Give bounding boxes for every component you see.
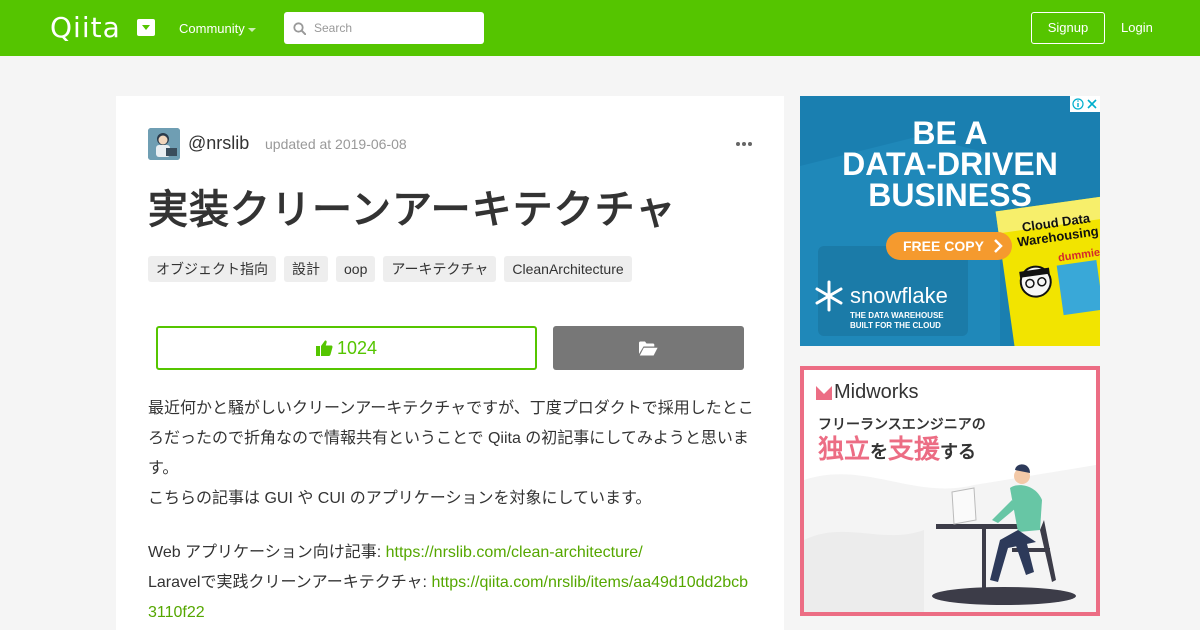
ad-banner-snowflake[interactable]: BE A DATA-DRIVEN BUSINESS FREE COPY Clou… [800, 96, 1100, 346]
ad-copy-word: 独立 [818, 434, 871, 464]
signup-button[interactable]: Signup [1031, 12, 1105, 44]
ad-headline: BE A DATA-DRIVEN BUSINESS [800, 115, 1100, 213]
folder-open-icon [639, 341, 658, 355]
reference-link[interactable]: https://nrslib.com/clean-architecture/ [386, 544, 643, 561]
ad-banner-midworks[interactable]: Midworks フリーランスエンジニアの 独立を支援する [800, 366, 1100, 616]
chevron-down-icon[interactable] [248, 28, 256, 32]
tag-list: オブジェクト指向 設計 oop アーキテクチャ CleanArchitectur… [148, 256, 632, 282]
like-count: 1024 [336, 337, 378, 358]
snowflake-brand: snowflake [850, 283, 948, 308]
body-paragraph: 最近何かと騒がしいクリーンアーキテクチャですが、丁度プロダクトで採用したところだ… [148, 400, 754, 477]
stock-button[interactable] [553, 326, 744, 370]
tag-oop-ja[interactable]: オブジェクト指向 [148, 256, 276, 282]
midworks-brand: Midworks [834, 381, 919, 403]
tag-cleanarchitecture[interactable]: CleanArchitecture [504, 256, 632, 282]
more-options-icon[interactable] [736, 142, 752, 147]
qiita-logo[interactable]: Qiita [50, 13, 121, 43]
logo-dropdown-icon[interactable] [137, 19, 155, 36]
search-icon [293, 22, 306, 35]
login-link[interactable]: Login [1121, 20, 1153, 36]
ad-headline-line: BE A [912, 115, 988, 151]
article-body: 最近何かと騒がしいクリーンアーキテクチャですが、丁度プロダクトで採用したところだ… [148, 394, 756, 628]
global-header: Qiita Community Signup Login [0, 0, 1200, 56]
thumbs-up-icon [315, 340, 333, 356]
ad-main-copy: 独立を支援する [818, 432, 976, 471]
ad-copy-particle: を [870, 442, 889, 462]
ad-tagline: THE DATA WAREHOUSE BUILT FOR THE CLOUD [850, 311, 944, 331]
ad-headline-line: DATA-DRIVEN [842, 146, 1058, 182]
tag-design[interactable]: 設計 [284, 256, 328, 282]
reference-label: Laravelで実践クリーンアーキテクチャ: [148, 574, 432, 591]
ad-tagline-line: BUILT FOR THE CLOUD [850, 321, 941, 330]
body-paragraph: こちらの記事は GUI や CUI のアプリケーションを対象にしています。 [148, 490, 652, 507]
ad-copy-particle: する [940, 442, 977, 462]
search-input[interactable] [314, 12, 479, 44]
updated-date: updated at 2019-06-08 [265, 136, 407, 152]
ad-headline-line: BUSINESS [868, 177, 1032, 213]
tag-architecture[interactable]: アーキテクチャ [383, 256, 497, 282]
article-title: 実装クリーンアーキテクチャ [148, 188, 677, 232]
author-name[interactable]: @nrslib [188, 132, 249, 154]
ad-copy-word: 支援 [888, 434, 941, 464]
like-button[interactable]: 1024 [156, 326, 537, 370]
reference-label: Web アプリケーション向け記事: [148, 544, 386, 561]
avatar[interactable] [148, 128, 180, 160]
reference-line: Web アプリケーション向け記事: https://nrslib.com/cle… [148, 538, 756, 568]
ad-cta[interactable]: FREE COPY [903, 238, 984, 254]
ad-tagline-line: THE DATA WAREHOUSE [850, 311, 944, 320]
search-box [284, 12, 484, 44]
ad-subline: フリーランスエンジニアの [818, 416, 986, 432]
community-menu[interactable]: Community [179, 21, 245, 37]
tag-oop[interactable]: oop [336, 256, 376, 282]
reference-line: Laravelで実践クリーンアーキテクチャ: https://qiita.com… [148, 568, 756, 628]
article-card: @nrslib updated at 2019-06-08 実装クリーンアーキテ… [116, 96, 784, 630]
